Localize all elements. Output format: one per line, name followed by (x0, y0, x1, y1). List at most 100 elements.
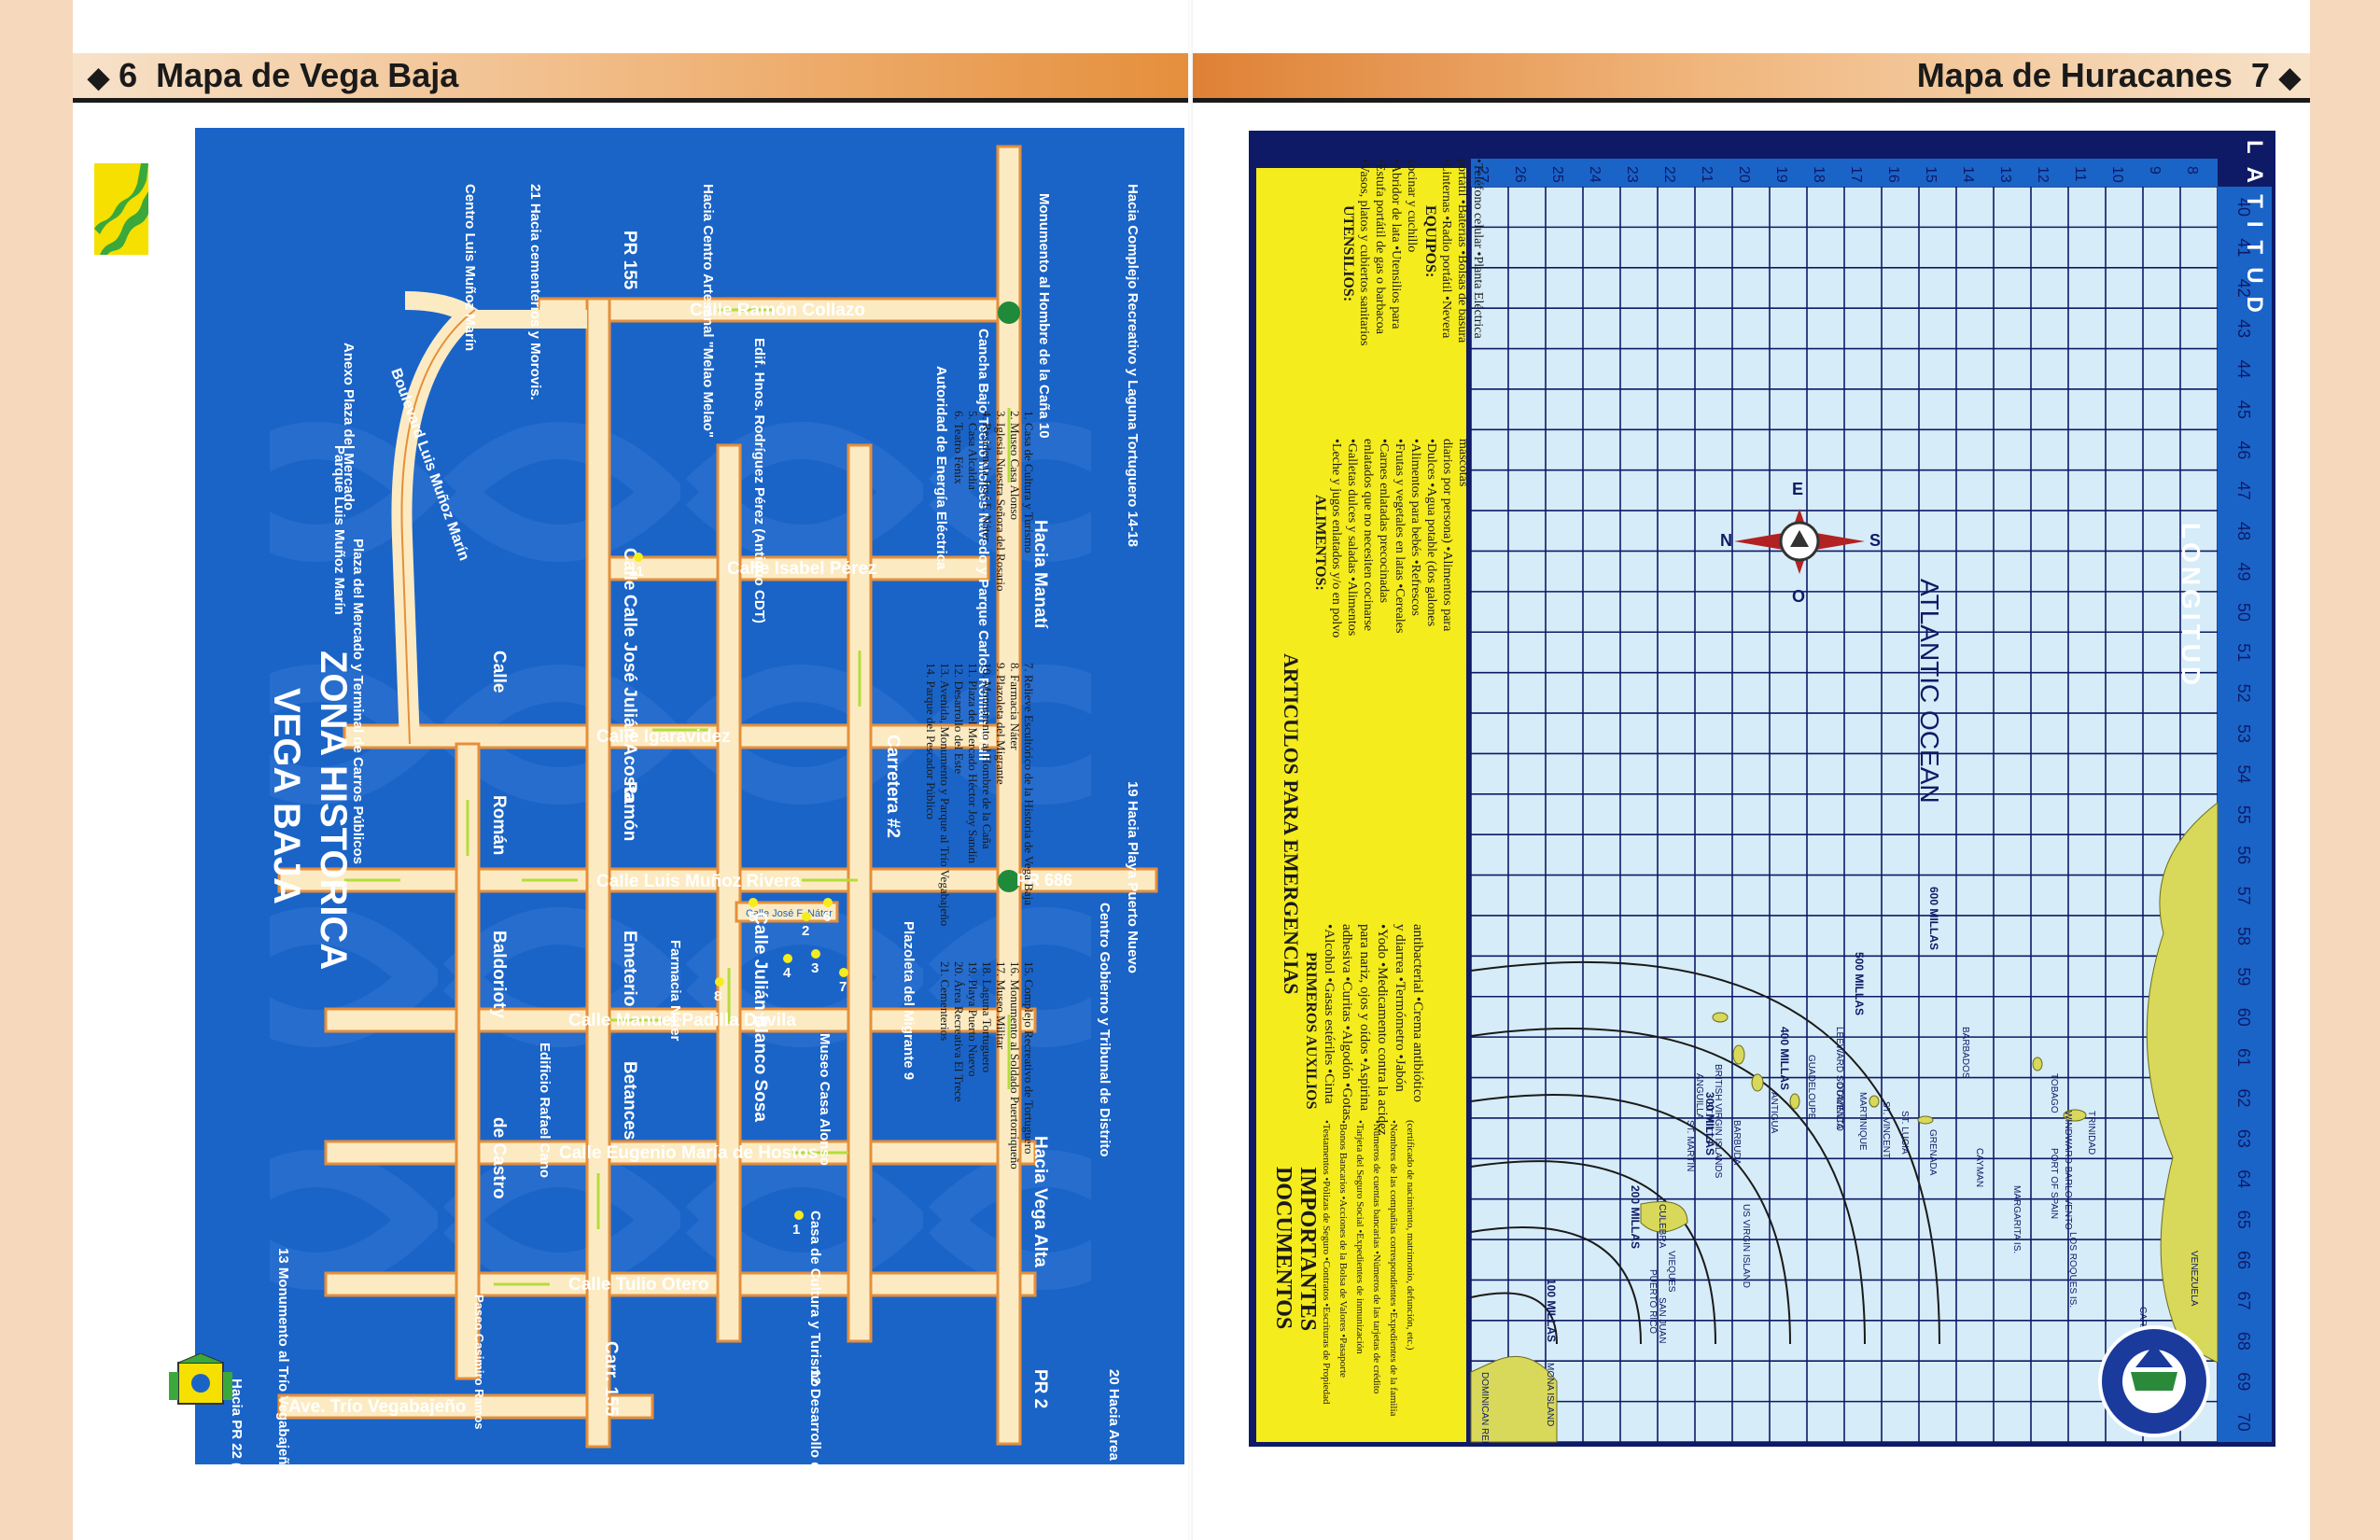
longitude-tick: 50 (2234, 603, 2253, 622)
header-rule (73, 98, 1188, 103)
island-label: MONA ISLAND (1545, 1363, 1555, 1426)
right-page-header: Mapa de Huracanes 7 ◆ (1193, 53, 2310, 98)
island-label: ANTIGUA (1769, 1092, 1779, 1134)
island-label: SAN JUAN (1657, 1297, 1667, 1343)
food-item: diarios por persona) •Alimentos para (1440, 439, 1454, 632)
food-item: •Carnes enlatadas precocinadas (1377, 439, 1391, 603)
longitude-tick: 67 (2234, 1291, 2253, 1309)
longitude-tick: 44 (2234, 360, 2253, 379)
island-label: GUADELOUPE (1806, 1055, 1816, 1120)
header-rule (1193, 98, 2310, 103)
longitude-tick: 59 (2234, 967, 2253, 986)
document-item: •Bonos Bancarios •Acciones de la Bolsa d… (1337, 1120, 1349, 1378)
first-aid-item: •Alcohol •Gasas estériles •Cinta (1322, 924, 1337, 1104)
food-item: •Alimentos para bebés •Refrescos (1408, 439, 1422, 616)
legend-item: 11. Plaza del Mercado Héctor Joy Sandín (966, 663, 980, 864)
longitude-tick: 64 (2234, 1169, 2253, 1188)
street-paseo-casimiro: Paseo Casimiro Ramos (472, 1295, 486, 1430)
distance-arc-label: 400 MILLAS (1778, 1027, 1791, 1090)
legend-item: 1. Casa de Cultura y Turismo (1022, 411, 1034, 553)
street-igaravidez: Calle Igaravidez (596, 727, 731, 747)
latitude-tick: 20 (1736, 166, 1752, 183)
first-aid-item: adhesiva •Curitas •Algodón •Gotas (1339, 924, 1354, 1120)
compass-e: E (1792, 480, 1803, 498)
compass-n: N (1720, 531, 1732, 550)
utensils-title: UTENSILIOS: (1340, 205, 1356, 301)
emergency-agency-seal (2098, 1325, 2210, 1437)
legend-item: 9. Plazoleta del Migrante (994, 663, 1008, 785)
coat-of-arms-icon (169, 1353, 232, 1405)
street-julian-blanco-sosa: Calle Julián Blanco Sosa (750, 912, 770, 1122)
zone-title-1: ZONA HISTORICA (313, 651, 354, 970)
longitude-tick: 69 (2234, 1372, 2253, 1391)
equipment-item: •Teléfono celular •Planta Eléctrica (1471, 159, 1485, 339)
island-label: VENEZUELA (2189, 1251, 2199, 1307)
legend-item: 6. Teatro Fénix (952, 411, 966, 484)
page-number: 7 (2250, 56, 2270, 94)
document-item: •Números de cuentas bancarias •Números d… (1371, 1120, 1382, 1394)
zone-title-2: VEGA BAJA (266, 688, 307, 904)
place-playa: 19 Hacia Playa Puerto Nuevo (1125, 781, 1141, 973)
page-title: ◆ 6 Mapa de Vega Baja (88, 55, 458, 99)
first-aid-item: para nariz, ojos y oídos •Aspirina (1357, 924, 1372, 1112)
place-edif-hnos: Edif. Hnos. Rodríguez Pérez (Antiguo CDT… (751, 338, 767, 623)
longitude-tick: 63 (2234, 1129, 2253, 1148)
island-label: WINDWARD BARLOVENTO (2063, 1111, 2073, 1230)
island-label: PUERTO RICO (1647, 1269, 1658, 1334)
street-munoz-rivera: Calle Luis Muñoz Rivera (596, 872, 801, 891)
island-label: TRINIDAD (2086, 1111, 2096, 1155)
street-pr-2: PR 2 (1030, 1369, 1050, 1408)
place-cementerios: 21 Hacia cementerios y Morovis. (527, 184, 543, 400)
longitude-tick: 61 (2234, 1048, 2253, 1067)
island-label: BARBADOS (1960, 1027, 1970, 1079)
latitude-tick: 21 (1699, 166, 1715, 183)
hurricane-tracking-chart: 27 26 25 24 23 22 21 20 19 18 17 16 15 14 13 12 11 10 9 8 4… (1249, 131, 2275, 1447)
longitude-tick: 68 (2234, 1332, 2253, 1351)
island-label: TOBAGO (2049, 1073, 2059, 1113)
island-label: US VIRGIN ISLAND (1741, 1204, 1751, 1288)
latitude-tick: 11 (2072, 166, 2088, 182)
legend-item: 21. Cementerios (938, 961, 952, 1041)
marker-1: 1 (792, 1222, 800, 1238)
place-casa-cultura: Casa de Cultura y Turismo (807, 1211, 823, 1387)
longitude-tick: 65 (2234, 1211, 2253, 1229)
street-trio-vegabajeno: Ave. Trío Vegabajeño (288, 1397, 466, 1417)
longitude-tick: 47 (2234, 482, 2253, 500)
island-label: PORT OF SPAIN (2049, 1148, 2059, 1219)
compass-s: S (1869, 531, 1881, 550)
legend-item: 3. Iglesia Nuestra Señora del Rosario (994, 411, 1008, 592)
page-title: Mapa de Huracanes 7 ◆ (1917, 55, 2301, 99)
utensils-item: •Abridor de lata •Utensilios para (1389, 159, 1403, 329)
longitude-tick: 54 (2234, 764, 2253, 783)
distance-arc-label: 100 MILLAS (1545, 1279, 1558, 1342)
documents-title: IMPORTANTES (1295, 1167, 1320, 1331)
place-monumento-cana: Monumento al Hombre de la Caña 10 (1036, 193, 1052, 439)
page-number: 6 (119, 56, 138, 94)
island-label: ST. VINCENT (1881, 1101, 1891, 1158)
utensils-item: •Estufa portátil de gas o barbacoa (1373, 159, 1387, 335)
food-item: •Leche y jugos enlatados y/o en polvo (1329, 439, 1343, 637)
first-aid-item: •Yodo •Medicamento contra la acidez (1375, 924, 1390, 1136)
place-farmacia: Farmacia Náter (667, 940, 683, 1042)
latitude-label: LATITUD (2242, 140, 2267, 326)
latitude-tick: 18 (1811, 166, 1827, 183)
latitude-tick: 13 (1997, 166, 2013, 183)
longitude-tick: 57 (2234, 887, 2253, 905)
place-centro-gobierno: Centro Gobierno y Tribunal de Distrito (1097, 903, 1113, 1157)
place-parque-lmm: Parque Luis Muñoz Marín (331, 445, 347, 615)
latitude-tick: 24 (1587, 166, 1603, 183)
place-complejo: Hacia Complejo Recreativo y Laguna Tortu… (1125, 184, 1141, 547)
marker-4: 4 (783, 965, 791, 981)
island-label: MARTINIQUE (1857, 1092, 1868, 1151)
legend-item: 10. Monumento al Hombre de la Caña (980, 663, 994, 849)
legend-item: 20. Área Recreativa El Trece (952, 961, 966, 1102)
document-item: •Testamentos •Pólizas de Seguro •Contrat… (1321, 1120, 1332, 1405)
street-hostos: Calle Eugenio María de Hostos (559, 1143, 819, 1163)
island-label: ST. KITTS (1703, 1101, 1714, 1144)
food-item: enlatados que no necesiten cocinarse (1361, 439, 1375, 631)
street-map: Calle Ramón Collazo Calle Isabel Pérez C… (195, 128, 1184, 1464)
island-label: DOMINICAN REPUBLIC (1479, 1372, 1490, 1447)
compass-o: O (1792, 587, 1805, 606)
longitude-tick: 46 (2234, 441, 2253, 459)
place-museo-alonso: Museo Casa Alonso (817, 1033, 833, 1166)
